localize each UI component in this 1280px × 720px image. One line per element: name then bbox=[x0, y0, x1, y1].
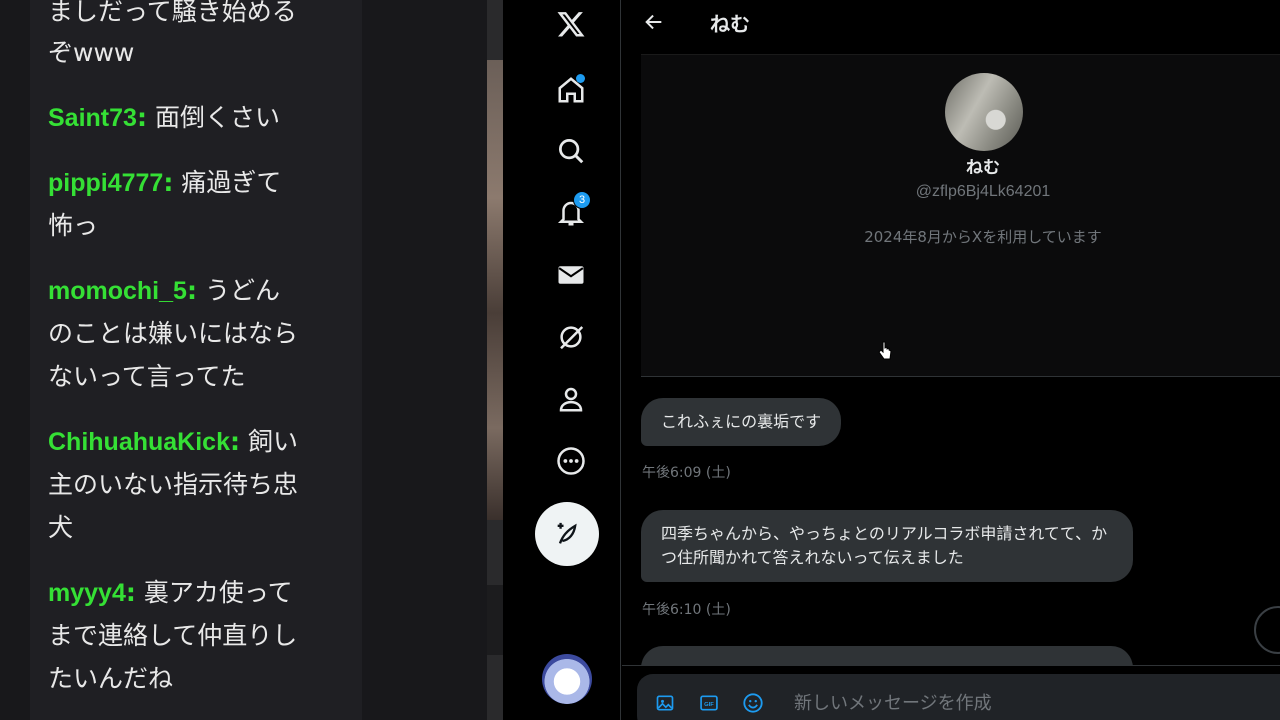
video-preview-strip bbox=[487, 0, 503, 720]
unread-dot bbox=[576, 74, 585, 83]
svg-text:GIF: GIF bbox=[704, 702, 714, 708]
compose-post-button[interactable] bbox=[535, 502, 599, 566]
gif-icon[interactable]: GIF bbox=[697, 691, 721, 715]
more-icon[interactable] bbox=[547, 437, 595, 485]
chat-message: pippi4777: 痛過ぎて bbox=[48, 168, 282, 197]
chat-message: たいんだね bbox=[48, 664, 174, 693]
chat-message: myyy4: 裏アカ使って bbox=[48, 578, 293, 607]
video-frame-bottom bbox=[487, 585, 503, 655]
mail-icon[interactable] bbox=[547, 251, 595, 299]
message-input[interactable] bbox=[794, 687, 1214, 719]
composer-box: GIF bbox=[637, 674, 1280, 720]
chat-message: まで連絡して仲直りし bbox=[48, 621, 298, 650]
message-bubble[interactable]: これふぇにの裏垢です bbox=[641, 398, 842, 446]
chat-message: のことは嫌いにはなら bbox=[48, 319, 299, 348]
stream-chat-panel: ましだって騒き始める ぞwww Saint73: 面倒くさい pippi4777:… bbox=[0, 0, 487, 720]
chat-message: 怖っ bbox=[48, 211, 99, 240]
chat-message: 主のいない指示待ち忠 bbox=[48, 470, 299, 499]
search-icon[interactable] bbox=[547, 127, 595, 175]
chat-message: 犬 bbox=[48, 513, 74, 542]
grok-icon[interactable] bbox=[547, 313, 595, 361]
emoji-icon[interactable] bbox=[741, 691, 765, 715]
chat-text: 飼い bbox=[247, 427, 298, 456]
image-icon[interactable] bbox=[653, 691, 677, 715]
account-avatar[interactable] bbox=[542, 654, 592, 704]
profile-handle: @zflp6Bj4Lk64201 bbox=[915, 183, 1051, 200]
bell-icon[interactable]: 3 bbox=[547, 189, 595, 237]
chat-text: 裏アカ使って bbox=[143, 578, 293, 607]
message-timestamp: 午後6:09 (土) bbox=[642, 465, 731, 481]
chat-message: ましだって騒き始める bbox=[48, 0, 297, 26]
chat-username[interactable]: ChihuahuaKick bbox=[48, 428, 230, 456]
x-logo-icon[interactable] bbox=[547, 0, 595, 48]
chat-username[interactable]: momochi_5 bbox=[48, 277, 187, 305]
video-frame bbox=[487, 60, 503, 520]
message-timestamp: 午後6:10 (土) bbox=[642, 602, 731, 618]
chat-username[interactable]: pippi4777 bbox=[48, 169, 163, 197]
hand-cursor-icon bbox=[878, 341, 892, 360]
profile-icon[interactable] bbox=[547, 375, 595, 423]
chat-text: 面倒くさい bbox=[154, 103, 280, 132]
dm-conversation: ねむ ねむ @zflp6Bj4Lk64201 2024年8月からXを利用していま… bbox=[622, 0, 1280, 720]
notification-badge: 3 bbox=[573, 191, 591, 209]
x-nav-rail: 3 bbox=[503, 0, 621, 720]
back-arrow-icon[interactable] bbox=[640, 8, 668, 36]
chat-message: ChihuahuaKick: 飼い bbox=[48, 427, 298, 456]
conversation-header: ねむ bbox=[622, 0, 1280, 44]
profile-summary-card[interactable]: ねむ @zflp6Bj4Lk64201 2024年8月からXを利用しています bbox=[641, 54, 1280, 377]
chat-username[interactable]: myyy4 bbox=[48, 579, 126, 607]
message-bubble[interactable]: 四季ちゃんから、やっちょとのリアルコラボ申請されてて、かつ住所聞かれて答えれない… bbox=[641, 510, 1133, 582]
composer-bar: GIF bbox=[622, 665, 1280, 720]
chat-text: うどん bbox=[204, 276, 280, 305]
chat-message: momochi_5: うどん bbox=[48, 276, 280, 305]
home-icon[interactable] bbox=[547, 66, 595, 114]
scroll-down-button[interactable] bbox=[1254, 606, 1280, 654]
chat-text: 痛過ぎて bbox=[181, 168, 282, 197]
profile-name: ねむ bbox=[966, 158, 1000, 178]
chat-message: ないって言ってた bbox=[48, 362, 246, 391]
chat-message: ぞwww bbox=[48, 38, 135, 67]
chat-username[interactable]: Saint73 bbox=[48, 104, 137, 132]
feather-plus-icon bbox=[557, 522, 577, 544]
profile-joined-date: 2024年8月からXを利用しています bbox=[864, 228, 1102, 246]
conversation-title: ねむ bbox=[710, 12, 750, 36]
profile-avatar[interactable] bbox=[945, 73, 1023, 151]
chat-message: Saint73: 面倒くさい bbox=[48, 103, 280, 132]
